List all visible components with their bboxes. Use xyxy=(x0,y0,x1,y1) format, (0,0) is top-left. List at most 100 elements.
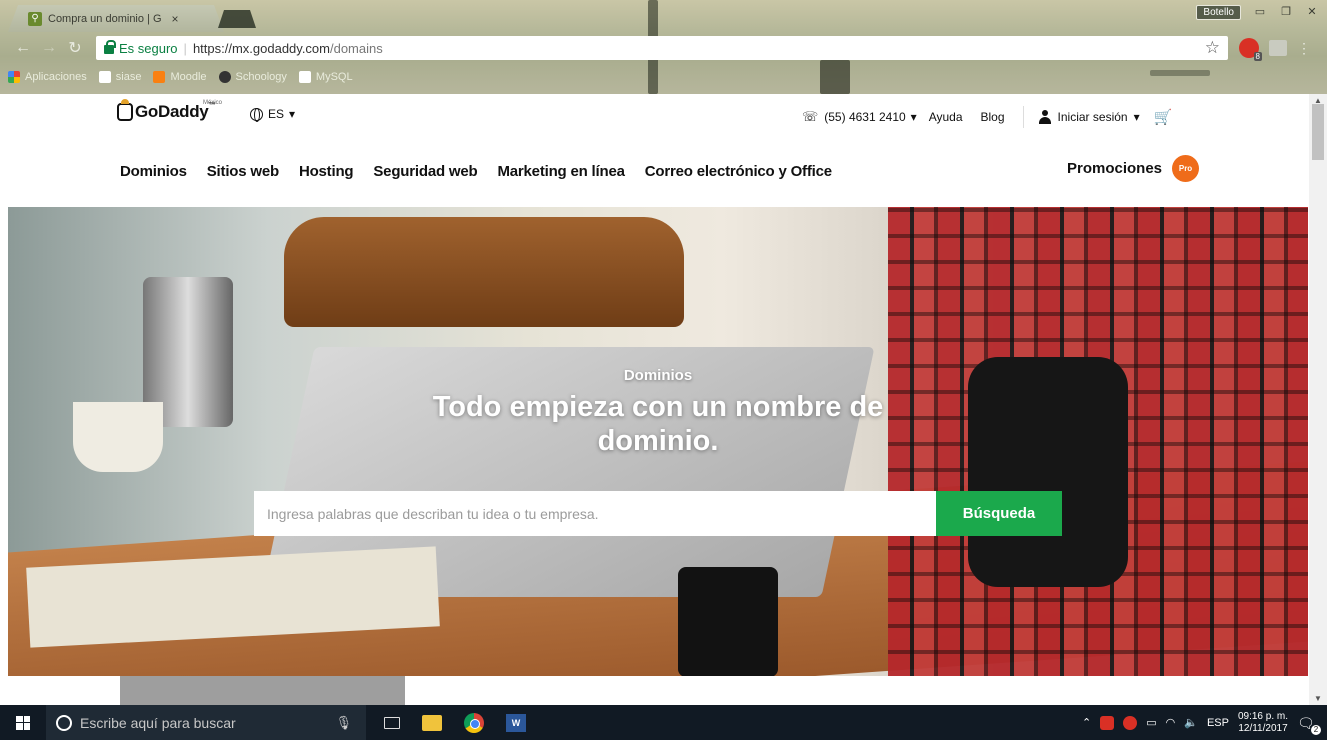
bookmark-mysql[interactable]: MySQL xyxy=(298,71,353,83)
address-bar[interactable]: Es seguro | https://mx.godaddy.com/domai… xyxy=(96,36,1228,60)
notifications-icon[interactable]: 🗨 2 xyxy=(1297,715,1321,735)
main-nav: Dominios Sitios web Hosting Seguridad we… xyxy=(0,136,1309,208)
divider xyxy=(1022,106,1024,128)
clock-time: 09:16 p. m. xyxy=(1237,710,1288,722)
pro-badge[interactable]: Pro xyxy=(1172,155,1200,182)
system-tray: ⌃ ▭ ◠ 🔈 ESP 09:16 p. m. 12/11/2017 🗨 2 xyxy=(1082,705,1327,740)
hero-title-line2: dominio. xyxy=(597,425,719,457)
bookmark-label: Aplicaciones xyxy=(25,71,87,83)
input-language[interactable]: ESP xyxy=(1207,717,1229,729)
moodle-icon xyxy=(153,71,166,83)
extension-red-icon[interactable]: 8 xyxy=(1239,38,1262,61)
content-block xyxy=(120,676,405,705)
browser-tab[interactable]: ⚲ Compra un dominio | G × xyxy=(8,5,224,32)
battery-icon[interactable]: ▭ xyxy=(1146,716,1156,729)
browser-chrome: ⚲ Compra un dominio | G × Botello ▭ ❐ ✕ … xyxy=(0,0,1327,94)
cortana-icon xyxy=(56,714,72,731)
lens-cap xyxy=(678,567,778,676)
tab-title: Compra un dominio | G xyxy=(48,12,162,25)
url-path: /domains xyxy=(329,40,383,56)
bookmarks-bar: Aplicaciones siase Moodle Schoology MySQ… xyxy=(0,66,353,88)
bookmark-schoology[interactable]: Schoology xyxy=(218,71,287,83)
bookmark-label: MySQL xyxy=(315,71,353,83)
task-view-icon[interactable] xyxy=(384,716,400,729)
wifi-icon[interactable]: ◠ xyxy=(1166,716,1176,729)
volume-icon[interactable]: 🔈 xyxy=(1184,716,1198,729)
hero-text: Dominios Todo empieza con un nombre de d… xyxy=(8,367,1308,458)
nav-item-hosting[interactable]: Hosting xyxy=(299,163,354,180)
user-icon xyxy=(1038,110,1052,124)
cart-icon[interactable]: 🛒 xyxy=(1154,108,1173,126)
bookmark-moodle[interactable]: Moodle xyxy=(153,71,207,83)
word-icon[interactable]: W xyxy=(506,713,526,732)
page-scrollbar[interactable]: ▲ ▼ xyxy=(1309,94,1327,705)
search-button[interactable]: Búsqueda xyxy=(936,491,1062,536)
menu-kebab-icon[interactable]: ⋮ xyxy=(1297,40,1311,57)
red-app-icon[interactable] xyxy=(1100,715,1115,730)
nav-item-correo[interactable]: Correo electrónico y Office xyxy=(645,163,832,180)
promotions-label: Promociones xyxy=(1067,160,1163,177)
minimize-icon[interactable]: ▭ xyxy=(1249,4,1271,20)
bookmark-label: Moodle xyxy=(170,71,207,83)
reload-icon[interactable]: ↻ xyxy=(62,38,88,58)
start-button[interactable] xyxy=(0,705,46,740)
close-window-icon[interactable]: ✕ xyxy=(1301,4,1323,20)
url-text: https://mx.godaddy.com/domains xyxy=(193,41,383,56)
hero-title-line1: Todo empieza con un nombre de xyxy=(432,391,884,423)
phone-number[interactable]: (55) 4631 2410 xyxy=(824,110,905,124)
windows-taskbar: Escribe aquí para buscar 🎙 W ⌃ ▭ ◠ 🔈 ESP… xyxy=(0,705,1327,740)
hero-title: Todo empieza con un nombre de dominio. xyxy=(8,390,1308,458)
new-tab-button[interactable] xyxy=(218,10,256,28)
profile-button[interactable]: Botello xyxy=(1196,4,1241,20)
web-page: GoDaddy™ México ES ▾ ☏ (55) 4631 2410 ▾ … xyxy=(0,94,1309,705)
help-link[interactable]: Ayuda xyxy=(929,110,963,124)
taskbar-search[interactable]: Escribe aquí para buscar 🎙 xyxy=(46,705,366,740)
forward-arrow-icon[interactable]: → xyxy=(36,39,62,57)
blog-link[interactable]: Blog xyxy=(981,110,1005,124)
scroll-thumb[interactable] xyxy=(1312,104,1324,160)
language-selector[interactable]: ES ▾ xyxy=(250,107,296,122)
godaddy-favicon-icon: ⚲ xyxy=(28,11,42,26)
schoology-icon xyxy=(218,71,231,83)
promotions-link[interactable]: Promociones Pro xyxy=(1067,155,1200,182)
nav-item-marketing[interactable]: Marketing en línea xyxy=(497,163,624,180)
caret-down-icon[interactable]: ▾ xyxy=(911,110,917,124)
godaddy-logo[interactable]: GoDaddy™ México xyxy=(117,99,222,122)
nav-item-dominios[interactable]: Dominios xyxy=(120,163,187,180)
restore-icon[interactable]: ❐ xyxy=(1275,4,1297,20)
file-explorer-icon[interactable] xyxy=(422,714,442,731)
bookmark-apps[interactable]: Aplicaciones xyxy=(8,71,87,83)
extension-badge: 8 xyxy=(1253,52,1262,61)
tray-expand-icon[interactable]: ⌃ xyxy=(1082,716,1091,729)
bookmark-siase[interactable]: siase xyxy=(98,71,141,83)
lock-icon xyxy=(104,40,116,54)
bookmark-star-icon[interactable]: ☆ xyxy=(1205,38,1220,58)
phone-icon: ☏ xyxy=(802,109,819,124)
globe-icon xyxy=(250,107,263,122)
windows-logo-icon xyxy=(16,715,30,730)
utility-bar: GoDaddy™ México ES ▾ ☏ (55) 4631 2410 ▾ … xyxy=(0,94,1309,136)
scroll-down-icon[interactable]: ▼ xyxy=(1314,694,1322,703)
caret-down-icon[interactable]: ▾ xyxy=(1134,110,1140,124)
chrome-icon[interactable] xyxy=(464,712,484,733)
nav-item-seguridad-web[interactable]: Seguridad web xyxy=(373,163,477,180)
page-icon xyxy=(298,71,311,83)
url-host: https://mx.godaddy.com xyxy=(192,40,330,56)
caret-down-icon: ▾ xyxy=(289,107,296,121)
domain-search-input[interactable] xyxy=(254,491,936,536)
secure-label: Es seguro xyxy=(119,40,178,56)
back-arrow-icon[interactable]: ← xyxy=(10,39,36,57)
microphone-icon[interactable]: 🎙 xyxy=(335,715,352,731)
logo-wordmark: GoDaddy xyxy=(135,102,209,121)
logo-country: México xyxy=(203,100,223,106)
nav-item-sitios-web[interactable]: Sitios web xyxy=(207,163,279,180)
extension-gray-icon[interactable] xyxy=(1269,40,1287,56)
signin-button[interactable]: Iniciar sesión xyxy=(1058,110,1128,124)
domain-search: Búsqueda xyxy=(254,491,1062,536)
clock[interactable]: 09:16 p. m. 12/11/2017 xyxy=(1238,711,1288,735)
tab-close-icon[interactable]: × xyxy=(172,12,179,26)
mail-app-icon[interactable] xyxy=(1123,715,1138,730)
url-separator: | xyxy=(183,40,187,56)
apps-grid-icon xyxy=(8,71,20,83)
hero-eyebrow: Dominios xyxy=(623,367,693,384)
